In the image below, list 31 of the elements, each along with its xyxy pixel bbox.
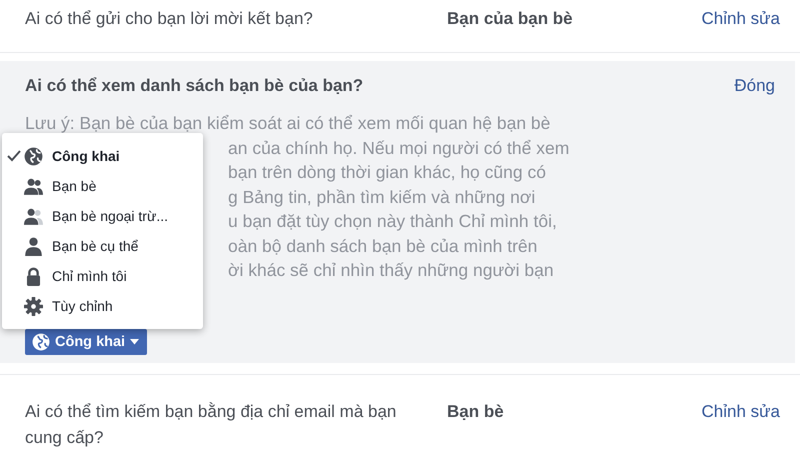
- menu-item[interactable]: Chỉ mình tôi: [2, 261, 203, 291]
- person-icon: [24, 236, 43, 256]
- audience-button[interactable]: Công khai: [25, 328, 148, 354]
- caret-icon: [130, 338, 140, 344]
- setting-value: Bạn của bạn bè: [447, 8, 574, 30]
- globe-icon: [32, 332, 50, 350]
- menu-item[interactable]: Tùy chỉnh: [2, 291, 203, 321]
- note-text: ời khác sẽ chỉ nhìn thấy những người bạn: [228, 259, 554, 282]
- note-text: u bạn đặt tùy chọn này thành Chỉ mình tôi,: [228, 210, 557, 233]
- people-icon: [24, 206, 43, 226]
- edit-link[interactable]: Chỉnh sửa: [702, 6, 780, 32]
- note-text: g Bảng tin, phần tìm kiếm và những nơi: [228, 186, 536, 209]
- note-text: Lưu ý: Bạn bè của bạn kiểm soát ai có thể xem mối quan hệ bạn bè: [25, 112, 550, 135]
- setting-question: Ai có thể gửi cho bạn lời mời kết bạn?: [25, 8, 314, 30]
- setting-question: Ai có thể tìm kiếm bạn bằng địa chỉ email mà bạn cung cấp?: [25, 401, 398, 449]
- menu-item[interactable]: Bạn bè cụ thể: [2, 231, 203, 261]
- menu-item[interactable]: Công khai: [2, 141, 203, 171]
- settings-icon: [24, 296, 43, 316]
- menu-item[interactable]: Bạn bè ngoại trừ...: [2, 201, 203, 231]
- people-icon: [24, 176, 43, 196]
- globe-icon: [24, 146, 43, 166]
- close-link[interactable]: Đóng: [734, 73, 775, 99]
- note-text: bạn trên dòng thời gian khác, họ cũng có: [228, 161, 546, 184]
- note-text: oàn bộ danh sách bạn bè của mình trên: [228, 234, 538, 258]
- setting-question: Ai có thể xem danh sách bạn bè của bạn?: [25, 75, 364, 97]
- lock-icon: [24, 266, 43, 286]
- edit-link[interactable]: Chỉnh sửa: [702, 399, 780, 425]
- setting-value: Bạn bè: [447, 401, 505, 423]
- menu-item[interactable]: Bạn bè: [2, 171, 203, 201]
- check-icon: [7, 150, 21, 162]
- note-text: an của chính họ. Nếu mọi người có thể xem: [228, 136, 570, 160]
